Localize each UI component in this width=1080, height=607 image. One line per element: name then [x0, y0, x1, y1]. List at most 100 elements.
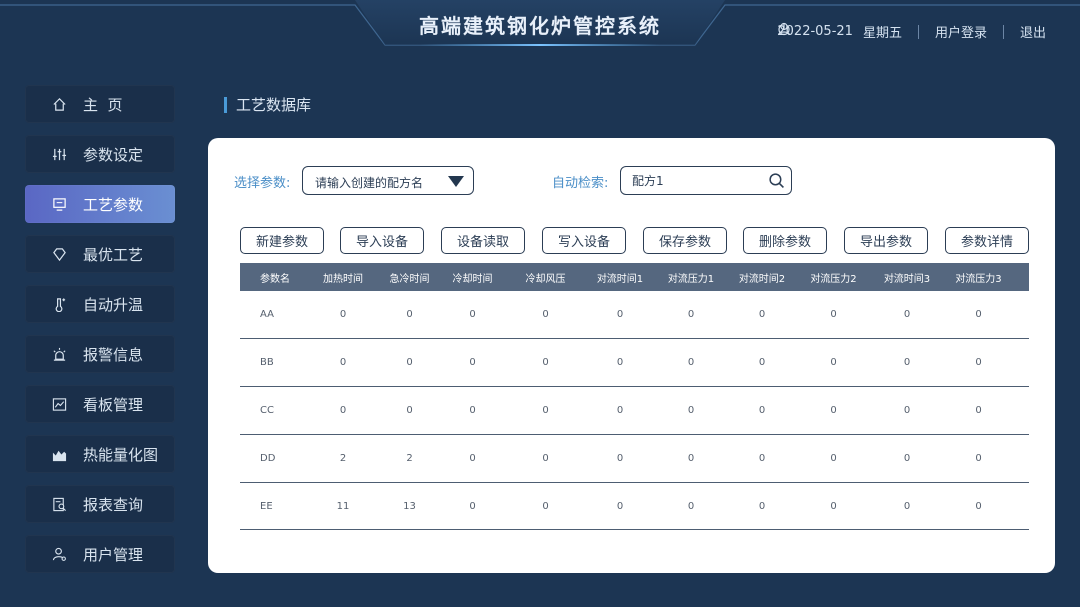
table-row[interactable]: EE 11 13 0 0 0 0 0 0 0 0: [240, 483, 1029, 530]
delete-param-button[interactable]: 删除参数: [743, 227, 827, 254]
logout-button[interactable]: 退出: [778, 22, 1046, 41]
table-cell: 0: [975, 309, 982, 320]
table-cell: 13: [403, 500, 416, 512]
sidebar-item-dashboard-mgmt[interactable]: 看板管理: [25, 385, 175, 423]
table-cell: 0: [758, 309, 766, 320]
save-param-button[interactable]: 保存参数: [643, 227, 727, 254]
header-divider: [1002, 24, 1004, 39]
table-cell: 0: [616, 500, 624, 512]
sidebar-item-label: 主 页: [83, 95, 123, 114]
table-cell: 0: [903, 357, 911, 368]
read-device-button[interactable]: 设备读取: [441, 227, 525, 254]
sidebar-item-report-query[interactable]: 报表查询: [25, 485, 175, 523]
table-row[interactable]: CC 0 0 0 0 0 0 0 0 0 0: [240, 387, 1029, 435]
recipe-select[interactable]: 请输入创建的配方名: [302, 166, 474, 195]
search-field: [620, 166, 792, 195]
sidebar-item-alarm-info[interactable]: 报警信息: [25, 335, 175, 373]
column-header: 对流时间1: [596, 273, 644, 285]
table-cell: 0: [687, 500, 695, 512]
table-cell: 0: [406, 309, 413, 320]
sidebar-nav: 主 页 参数设定 工艺参数 最优工艺 自动升温 报警信息 看板管理 热能量化图 …: [25, 85, 175, 585]
sidebar-item-label: 工艺参数: [83, 195, 144, 214]
sidebar-item-label: 看板管理: [83, 395, 144, 414]
write-device-button[interactable]: 写入设备: [542, 227, 626, 254]
sidebar-item-auto-heating[interactable]: 自动升温: [25, 285, 175, 323]
table-cell: 0: [830, 500, 837, 512]
import-device-button[interactable]: 导入设备: [340, 227, 424, 254]
alarm-icon: [52, 347, 66, 361]
search-icon[interactable]: [768, 172, 785, 192]
table-row[interactable]: DD 2 2 0 0 0 0 0 0 0 0: [240, 435, 1029, 483]
table-cell: 0: [469, 500, 476, 512]
table-cell: 0: [542, 453, 549, 464]
row-name-cell: CC: [260, 405, 274, 416]
row-name-cell: DD: [260, 453, 276, 464]
table-cell: 0: [469, 405, 476, 416]
table-cell: 0: [469, 453, 476, 464]
table-cell: 0: [975, 405, 982, 416]
table-cell: 0: [830, 453, 837, 464]
sidebar-item-label: 热能量化图: [83, 445, 159, 464]
table-cell: 0: [758, 500, 766, 512]
table-cell: 0: [616, 453, 624, 464]
sidebar-item-process-params[interactable]: 工艺参数: [25, 185, 175, 223]
process-database-panel: 选择参数: 请输入创建的配方名 自动检索: 新建参数 导入设备 设备读取 写入设…: [208, 138, 1055, 573]
sidebar-item-home[interactable]: 主 页: [25, 85, 175, 123]
sidebar-item-param-settings[interactable]: 参数设定: [25, 135, 175, 173]
export-param-button[interactable]: 导出参数: [844, 227, 928, 254]
action-button-row: 新建参数 导入设备 设备读取 写入设备 保存参数 删除参数 导出参数 参数详情: [240, 227, 1030, 254]
recipe-select-placeholder: 请输入创建的配方名: [315, 176, 424, 190]
login-button[interactable]: 用户登录: [778, 22, 987, 41]
table-cell: 0: [339, 357, 347, 368]
column-header: 对流压力2: [810, 273, 857, 285]
monitor-icon: [52, 197, 66, 211]
table-cell: 0: [758, 405, 766, 416]
param-detail-button[interactable]: 参数详情: [945, 227, 1029, 254]
sidebar-item-optimal-process[interactable]: 最优工艺: [25, 235, 175, 273]
table-cell: 0: [542, 309, 549, 320]
column-header: 冷却风压: [525, 273, 566, 285]
column-header: 对流时间3: [883, 273, 931, 285]
table-cell: 0: [758, 357, 766, 368]
sidebar-item-user-mgmt[interactable]: 用户管理: [25, 535, 175, 573]
column-header: 急冷时间: [389, 273, 430, 285]
table-cell: 0: [975, 357, 982, 368]
heatmap-icon: [52, 450, 66, 461]
sidebar-item-label: 报警信息: [83, 345, 144, 364]
column-header: 冷却时间: [452, 273, 493, 285]
table-cell: 0: [339, 309, 347, 320]
table-cell: 0: [616, 405, 624, 416]
table-cell: 0: [542, 357, 549, 368]
login-label: 用户登录: [934, 26, 987, 41]
table-cell: 2: [339, 453, 347, 464]
column-header: 对流压力3: [955, 273, 1002, 285]
top-header: 高端建筑钢化炉管控系统 2022-05-21 星期五 用户登录 退出: [0, 0, 1080, 60]
row-name-cell: BB: [260, 357, 274, 368]
column-header: 参数名: [260, 273, 290, 285]
table-row[interactable]: BB 0 0 0 0 0 0 0 0 0 0: [240, 339, 1029, 387]
column-header: 对流压力1: [667, 273, 715, 285]
search-input[interactable]: [632, 167, 762, 194]
table-cell: 0: [903, 309, 911, 320]
table-cell: 0: [903, 453, 911, 464]
row-name-cell: EE: [260, 500, 273, 512]
table-cell: 0: [616, 309, 624, 320]
table-cell: 2: [406, 453, 413, 464]
table-row[interactable]: AA 0 0 0 0 0 0 0 0 0 0: [240, 291, 1029, 339]
table-cell: 11: [336, 500, 350, 512]
table-cell: 0: [616, 357, 624, 368]
thermometer-icon: [55, 297, 65, 312]
table-cell: 0: [830, 405, 837, 416]
sidebar-item-label: 用户管理: [83, 545, 144, 564]
sidebar-item-heat-map[interactable]: 热能量化图: [25, 435, 175, 473]
table-cell: 0: [469, 357, 476, 368]
column-header: 对流时间2: [738, 273, 786, 285]
table-cell: 0: [975, 500, 982, 512]
sidebar-item-label: 报表查询: [83, 495, 144, 514]
table-cell: 0: [903, 500, 911, 512]
logout-label: 退出: [1019, 26, 1046, 41]
sidebar-item-label: 参数设定: [83, 145, 144, 164]
filter-row: 选择参数: 请输入创建的配方名 自动检索:: [234, 166, 794, 196]
new-param-button[interactable]: 新建参数: [240, 227, 324, 254]
table-cell: 0: [975, 453, 982, 464]
